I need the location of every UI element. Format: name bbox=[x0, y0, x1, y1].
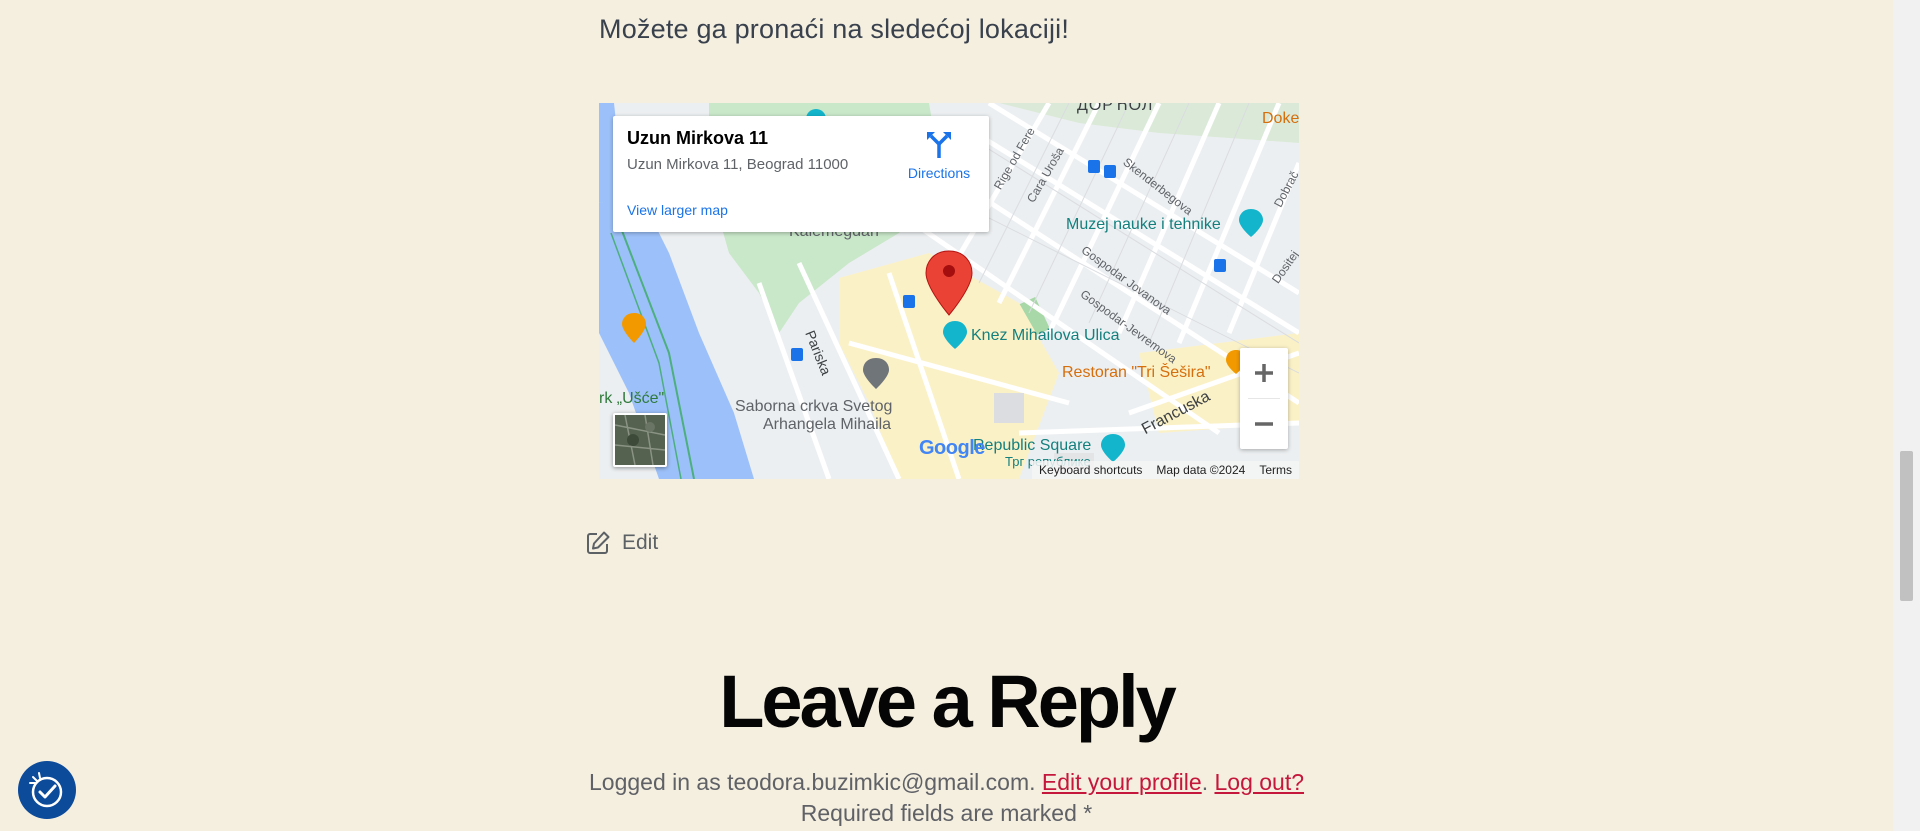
zoom-out-button[interactable] bbox=[1240, 399, 1288, 449]
map-data-text: Map data ©2024 bbox=[1156, 463, 1246, 477]
logged-in-text: Logged in as teodora.buzimkic@gmail.com. bbox=[588, 769, 1036, 795]
place-title: Uzun Mirkova 11 bbox=[627, 128, 769, 148]
map-label-usce: rk „Ušće" bbox=[599, 390, 665, 407]
place-address: Uzun Mirkova 11, Beograd 11000 bbox=[627, 156, 849, 173]
directions-label: Directions bbox=[907, 165, 971, 181]
terms-link[interactable]: Terms bbox=[1252, 463, 1299, 477]
separator-text: . bbox=[1201, 769, 1209, 795]
view-larger-map-link[interactable]: View larger map bbox=[627, 202, 728, 218]
required-fields-note: Required fields are marked * bbox=[800, 800, 1093, 826]
map-label-republic: Republic Square bbox=[973, 437, 1092, 454]
intro-text: Možete ga pronaći na sledećoj lokaciji! bbox=[599, 14, 1070, 44]
map-label-saborna-2: Arhangela Mihaila bbox=[763, 416, 892, 433]
map-label-doke: Doke bbox=[1262, 110, 1299, 127]
google-logo: Google bbox=[919, 437, 985, 459]
minus-icon bbox=[1255, 422, 1273, 426]
map-label-dorcol: ДОРЋОЛ bbox=[1077, 103, 1154, 114]
edit-icon bbox=[587, 531, 610, 554]
map-attribution: Keyboard shortcuts Map data ©2024 Terms bbox=[1032, 461, 1299, 479]
directions-button[interactable]: Directions bbox=[899, 130, 979, 181]
map-label-restoran: Restoran "Tri Šešira" bbox=[1062, 364, 1211, 381]
edit-profile-link[interactable]: Edit your profile bbox=[1042, 769, 1202, 795]
page-scrollbar[interactable] bbox=[1893, 0, 1920, 831]
satellite-toggle[interactable] bbox=[613, 413, 667, 467]
plus-icon bbox=[1255, 364, 1273, 382]
logged-in-line: Logged in as teodora.buzimkic@gmail.com.… bbox=[0, 769, 1893, 796]
edit-label: Edit bbox=[622, 531, 659, 554]
edit-link[interactable]: Edit bbox=[586, 531, 658, 555]
directions-icon bbox=[927, 132, 951, 158]
satellite-thumbnail-icon bbox=[614, 414, 666, 466]
map-label-knez: Knez Mihailova Ulica bbox=[971, 327, 1120, 344]
map-label-saborna-1: Saborna crkva Svetog bbox=[735, 398, 893, 415]
scrollbar-thumb[interactable] bbox=[1900, 451, 1913, 601]
map-info-card: Uzun Mirkova 11 Uzun Mirkova 11, Beograd… bbox=[613, 116, 989, 232]
embedded-map[interactable]: ДОРЋОЛ Doke Muzej nauke i tehnike Kaleme… bbox=[599, 103, 1299, 479]
accessibility-icon bbox=[29, 772, 63, 808]
zoom-control bbox=[1240, 348, 1288, 449]
map-label-muzej: Muzej nauke i tehnike bbox=[1066, 216, 1221, 233]
reply-heading: Leave a Reply bbox=[719, 660, 1177, 743]
log-out-link[interactable]: Log out? bbox=[1214, 769, 1304, 795]
zoom-in-button[interactable] bbox=[1240, 348, 1288, 398]
accessibility-button[interactable] bbox=[18, 761, 76, 819]
keyboard-shortcuts-link[interactable]: Keyboard shortcuts bbox=[1032, 463, 1149, 477]
